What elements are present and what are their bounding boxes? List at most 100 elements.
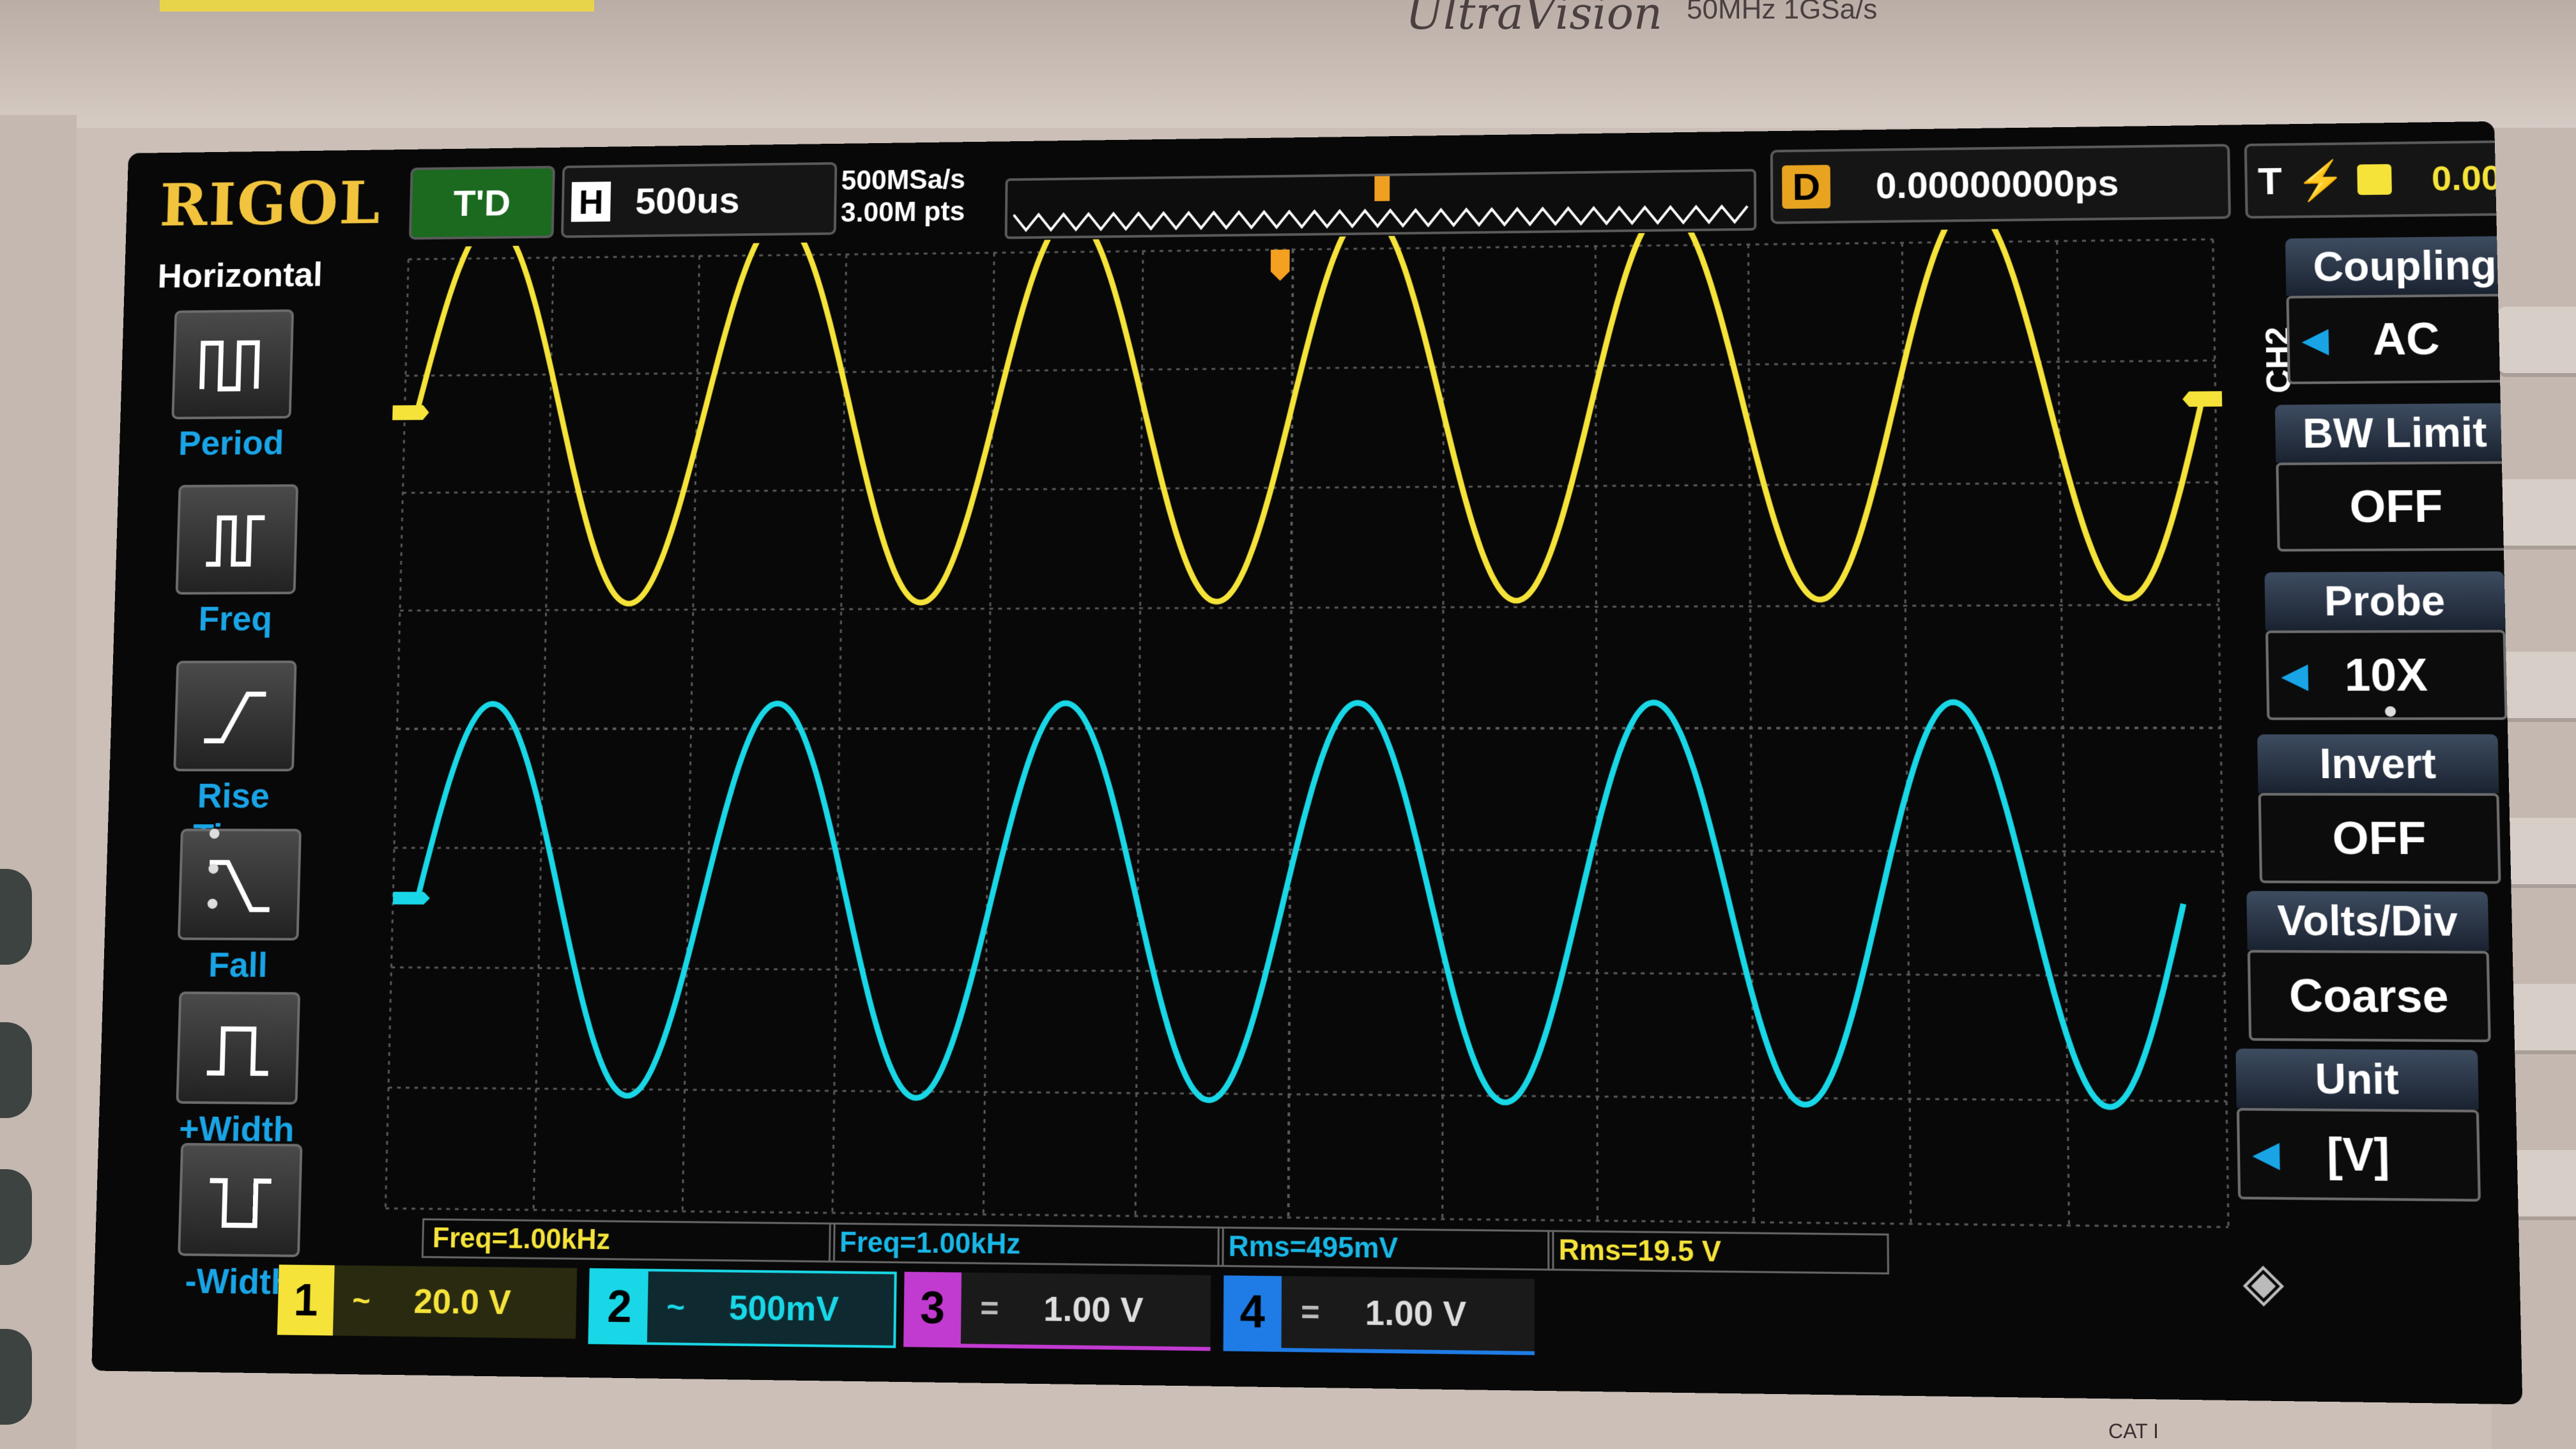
trigger-source-icon: [2357, 164, 2393, 195]
invert-softkey[interactable]: Invert OFF: [2257, 734, 2501, 884]
safety-label: CAT I: [2108, 1420, 2159, 1443]
channel-4-tab[interactable]: 4 = 1.00 V: [1223, 1275, 1535, 1356]
run-state-badge: T'D: [408, 165, 555, 240]
period-icon: [171, 309, 295, 420]
delay-tag: D: [1782, 164, 1831, 209]
measurement-readout: Freq=1.00kHz: [828, 1222, 1224, 1268]
cycle-arrow-icon: ◀: [2281, 657, 2308, 694]
bw-limit-softkey[interactable]: BW Limit OFF: [2274, 402, 2517, 552]
channel-2-tab[interactable]: 2 ~ 500mV: [588, 1268, 897, 1349]
measure-plus-width-button[interactable]: +Width: [174, 991, 302, 1150]
grid-line: [388, 1087, 2227, 1101]
measurement-text: Rms=495mV: [1228, 1230, 1399, 1264]
ch1-offset-marker[interactable]: [386, 405, 429, 420]
horizontal-tag: H: [571, 181, 611, 222]
edge-trigger-icon: ⚡: [2296, 158, 2347, 202]
model-spec: 50MHz 1GSa/s: [1687, 0, 1878, 25]
menu-softkey-3[interactable]: [2498, 652, 2576, 722]
softkey-value: OFF: [2349, 480, 2444, 532]
ac-coupling-icon: ~: [351, 1282, 371, 1319]
trigger-readout: T ⚡ 0.00V: [2244, 139, 2523, 219]
brand-logo: RIGOL: [158, 168, 383, 240]
grid-line: [394, 848, 2223, 852]
acquisition-info: 500MSa/s 3.00M pts: [841, 164, 966, 229]
trigger-position-marker[interactable]: [1270, 249, 1290, 281]
left-knob[interactable]: [0, 1329, 32, 1425]
unit-softkey[interactable]: Unit ◀ [V]: [2235, 1048, 2481, 1202]
dc-coupling-icon: =: [979, 1290, 999, 1327]
coupling-softkey[interactable]: Coupling ◀ AC: [2285, 236, 2523, 385]
plus-width-icon: [176, 991, 301, 1105]
left-bezel: [0, 115, 77, 1449]
rise-edge-icon: [173, 660, 297, 772]
sample-rate: 500MSa/s: [841, 164, 966, 196]
channel-number: 1: [277, 1264, 335, 1336]
channel-1-tab[interactable]: 1 ~ 20.0 V: [277, 1264, 578, 1339]
grid-line: [402, 482, 2216, 493]
grid-line: [682, 256, 699, 1211]
ch2-offset-marker[interactable]: [392, 891, 431, 905]
graticule: [385, 240, 2228, 1227]
ac-coupling-icon: ~: [666, 1289, 686, 1326]
softkey-value: Coarse: [2288, 970, 2450, 1022]
memory-position-marker: [1374, 176, 1390, 201]
softkey-value: OFF: [2331, 812, 2427, 864]
grid-line: [2213, 240, 2228, 1227]
ch1-trace: [412, 226, 2205, 604]
grid-line: [2057, 241, 2069, 1225]
channel-number: 3: [903, 1271, 962, 1344]
cycle-arrow-icon: ◀: [2302, 321, 2329, 358]
dc-coupling-icon: =: [1301, 1294, 1320, 1331]
channel-scale: 500mV: [728, 1288, 839, 1329]
measurement-text: Freq=1.00kHz: [839, 1226, 1021, 1261]
grid-line: [1902, 243, 1911, 1224]
channel-number: 2: [590, 1271, 648, 1342]
scope-screen: RIGOL T'D H 500us 500MSa/s 3.00M pts D 0…: [91, 121, 2523, 1405]
menu-label: Freq: [197, 598, 273, 638]
grid-line: [400, 605, 2219, 611]
menu-back-icon[interactable]: ◈: [2242, 1250, 2285, 1313]
memory-overview-bar: [1004, 169, 1757, 240]
channel-scale: 20.0 V: [413, 1282, 512, 1322]
measurement-readout: Freq=1.00kHz: [421, 1218, 836, 1263]
softkey-header: BW Limit: [2274, 402, 2515, 463]
measurement-text: Freq=1.00kHz: [432, 1222, 611, 1256]
measurement-text: Rms=19.5 V: [1558, 1234, 1722, 1268]
grid-line: [1748, 245, 1753, 1222]
trigger-level-marker[interactable]: [2182, 391, 2223, 407]
softkey-value: [V]: [2326, 1128, 2391, 1181]
measurement-readout: Rms=495mV: [1217, 1226, 1554, 1271]
grid-line: [385, 259, 408, 1209]
menu-softkey-2[interactable]: [2498, 479, 2576, 549]
channel-number: 4: [1223, 1275, 1282, 1348]
fall-edge-icon: [177, 829, 302, 941]
ch2-trace: [413, 702, 2186, 1108]
menu-page-dot: •: [2382, 689, 2398, 733]
softkey-header: Invert: [2257, 734, 2499, 793]
channel-scale: 1.00 V: [1043, 1289, 1144, 1330]
grid-line: [983, 253, 994, 1215]
front-panel-tab: [160, 0, 594, 12]
volts-div-softkey[interactable]: Volts/Div Coarse: [2246, 891, 2491, 1043]
left-knob[interactable]: [0, 1022, 32, 1118]
delay-readout: D 0.00000000ps: [1770, 144, 2231, 224]
measure-rise-time-button[interactable]: Rise Time: [171, 660, 298, 857]
softkey-header: Coupling: [2285, 236, 2523, 296]
measure-period-button[interactable]: Period: [170, 309, 295, 463]
left-knob[interactable]: [0, 869, 32, 965]
channel-3-tab[interactable]: 3 = 1.00 V: [903, 1271, 1211, 1351]
measure-freq-button[interactable]: Freq: [174, 484, 300, 638]
softkey-header: Probe: [2264, 571, 2506, 631]
grid-line: [832, 254, 847, 1213]
model-name: UltraVision: [1406, 0, 1662, 40]
memory-depth: 3.00M pts: [840, 196, 965, 228]
menu-softkey-1[interactable]: [2498, 307, 2576, 377]
left-menu-title: Horizontal: [157, 254, 323, 295]
grid-line: [1443, 248, 1444, 1219]
softkey-header: Volts/Div: [2246, 891, 2489, 951]
grid-line: [408, 240, 2212, 259]
left-knob[interactable]: [0, 1169, 32, 1265]
channel-scale: 1.00 V: [1365, 1293, 1467, 1334]
grid-line: [397, 728, 2221, 729]
grid-line: [406, 360, 2215, 376]
